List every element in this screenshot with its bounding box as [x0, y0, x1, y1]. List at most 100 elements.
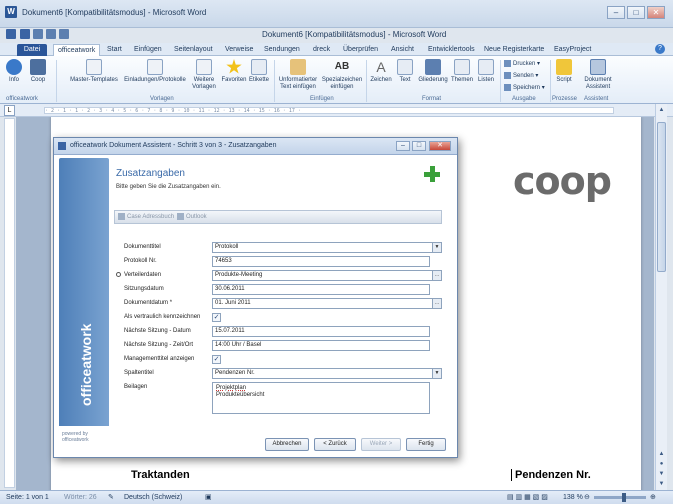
close-button[interactable]: ✕: [647, 6, 665, 19]
tab-verweise[interactable]: Verweise: [225, 44, 253, 56]
word-app-icon[interactable]: W: [5, 6, 17, 18]
assistant-icon: [590, 59, 606, 75]
maximize-button[interactable]: □: [627, 6, 645, 19]
naechste-sitzung-zeit-input[interactable]: 14:00 Uhr / Basel: [212, 340, 430, 351]
word-icon[interactable]: [6, 29, 16, 39]
scroll-down-icon[interactable]: ▼: [657, 480, 666, 489]
tab-sendungen[interactable]: Sendungen: [264, 44, 300, 56]
document-assistant-dialog: officeatwork Dokument Assistent - Schrit…: [53, 137, 458, 458]
expand-icon[interactable]: [116, 272, 121, 277]
vertical-scrollbar[interactable]: ▲ ▲ ● ▼ ▼: [655, 104, 667, 490]
dokumentdatum-input[interactable]: 01. Juni 2011…: [212, 298, 442, 309]
language-indicator[interactable]: Deutsch (Schweiz): [124, 491, 182, 504]
tab-selector[interactable]: L: [4, 105, 15, 116]
zoom-out-icon[interactable]: ⊖: [584, 491, 590, 504]
chevron-down-icon[interactable]: ▼: [432, 369, 441, 378]
unformatierter-text-button[interactable]: Unformatierter Text einfügen: [276, 59, 320, 91]
document-icon: [196, 59, 212, 75]
vertraulich-checkbox[interactable]: ✓: [212, 313, 221, 322]
send-icon: [504, 72, 511, 79]
proofing-icon[interactable]: ✎: [108, 491, 114, 504]
favoriten-button[interactable]: Favoriten: [220, 59, 248, 84]
ribbon-separator: [500, 60, 501, 102]
info-button[interactable]: Info: [4, 59, 24, 84]
tab-entwicklertools[interactable]: Entwicklertools: [428, 44, 475, 56]
ribbon-group-prozesse: Prozesse: [552, 96, 578, 102]
einladungen-protokolle-button[interactable]: Einladungen/Protokolle: [118, 59, 192, 84]
save-icon[interactable]: [20, 29, 30, 39]
dokumenttitel-select[interactable]: Protokoll ▼: [212, 242, 442, 253]
chevron-down-icon[interactable]: ▼: [432, 243, 441, 252]
scroll-down-page-icon[interactable]: ▼: [657, 470, 666, 479]
redo-icon[interactable]: [46, 29, 56, 39]
outline-icon: [425, 59, 441, 75]
zeichen-button[interactable]: A Zeichen: [368, 59, 394, 84]
horizontal-ruler: L · 2 · 1 · 1 · 2 · 3 · 4 · 5 · 6 · 7 · …: [0, 104, 673, 117]
fertig-button[interactable]: Fertig: [406, 438, 446, 451]
ruler-scale[interactable]: · 2 · 1 · 1 · 2 · 3 · 4 · 5 · 6 · 7 · 8 …: [44, 107, 614, 114]
tab-easyproject[interactable]: EasyProject: [554, 44, 591, 56]
address-book-icon: [118, 213, 125, 220]
script-button[interactable]: Script: [552, 59, 576, 84]
text-button[interactable]: Text: [394, 59, 416, 84]
spaltentitel-select[interactable]: Pendenzen Nr. ▼: [212, 368, 442, 379]
spezialzeichen-button[interactable]: AB Spezialzeichen einfügen: [320, 59, 364, 91]
scroll-up-page-icon[interactable]: ▲: [657, 450, 666, 459]
ellipsis-icon[interactable]: …: [432, 271, 441, 280]
zoom-level[interactable]: 138 %: [563, 491, 583, 504]
zoom-slider-knob[interactable]: [622, 493, 626, 502]
tab-ueberpruefen[interactable]: Überprüfen: [343, 44, 378, 56]
verteilerdaten-input[interactable]: Produkte-Meeting…: [212, 270, 442, 281]
managementtitel-checkbox[interactable]: ✓: [212, 355, 221, 364]
zoom-slider[interactable]: [594, 493, 646, 502]
word-count[interactable]: Wörter: 26: [64, 491, 97, 504]
print-icon[interactable]: [59, 29, 69, 39]
speichern-button[interactable]: Speichern ▾: [504, 84, 545, 91]
dialog-close-button[interactable]: ✕: [429, 141, 451, 151]
scroll-up-icon[interactable]: ▲: [657, 106, 666, 115]
senden-button[interactable]: Senden ▾: [504, 72, 538, 79]
tab-einfuegen[interactable]: Einfügen: [134, 44, 162, 56]
weiter-button[interactable]: Weiter >: [361, 438, 401, 451]
protokoll-nr-input[interactable]: 74653: [212, 256, 430, 267]
gliederung-button[interactable]: Gliederung: [416, 59, 450, 84]
minimize-button[interactable]: –: [607, 6, 625, 19]
weitere-vorlagen-button[interactable]: Weitere Vorlagen: [188, 59, 220, 91]
tab-officeatwork[interactable]: officeatwork: [53, 44, 101, 56]
dialog-maximize-button[interactable]: □: [412, 141, 426, 151]
sitzungsdatum-input[interactable]: 30.06.2011: [212, 284, 430, 295]
vertical-ruler[interactable]: [4, 118, 15, 488]
naechste-sitzung-datum-input[interactable]: 15.07.2011: [212, 326, 430, 337]
tab-seitenlayout[interactable]: Seitenlayout: [174, 44, 213, 56]
ribbon-separator: [56, 60, 57, 102]
beilagen-textarea[interactable]: Projektplan Produkteübersicht: [212, 382, 430, 414]
zoom-in-icon[interactable]: ⊕: [650, 491, 656, 504]
browse-object-icon[interactable]: ●: [657, 460, 666, 469]
tab-neue-registerkarte[interactable]: Neue Registerkarte: [484, 44, 544, 56]
case-adressbuch-button[interactable]: Case Adressbuch: [118, 213, 174, 220]
tab-ansicht[interactable]: Ansicht: [391, 44, 414, 56]
undo-icon[interactable]: [33, 29, 43, 39]
dokument-assistent-button[interactable]: Dokument Assistent: [580, 59, 616, 91]
help-icon[interactable]: ?: [655, 44, 665, 54]
ellipsis-icon[interactable]: …: [432, 299, 441, 308]
outlook-button[interactable]: Outlook: [177, 213, 207, 220]
macro-icon[interactable]: ▣: [205, 491, 212, 504]
page-count[interactable]: Seite: 1 von 1: [6, 491, 49, 504]
zurueck-button[interactable]: < Zurück: [314, 438, 356, 451]
etikette-button[interactable]: Etikette: [246, 59, 272, 84]
tab-datei[interactable]: Datei: [17, 44, 47, 56]
view-buttons[interactable]: ▤ ▥ ▦ ▧ ▨: [507, 491, 548, 504]
themen-button[interactable]: Themen: [450, 59, 474, 84]
ribbon-group-officeatwork: officeatwork: [6, 96, 38, 102]
dialog-heading: Zusatzangaben: [116, 168, 185, 179]
scrollbar-thumb[interactable]: [657, 122, 666, 272]
dialog-minimize-button[interactable]: –: [396, 141, 410, 151]
listen-button[interactable]: Listen: [474, 59, 498, 84]
coop-button[interactable]: Coop: [28, 59, 48, 84]
tab-dreck[interactable]: dreck: [313, 44, 330, 56]
drucken-button[interactable]: Drucken ▾: [504, 60, 540, 67]
abbrechen-button[interactable]: Abbrechen: [265, 438, 309, 451]
tab-start[interactable]: Start: [107, 44, 122, 56]
master-templates-button[interactable]: Master-Templates: [66, 59, 122, 84]
